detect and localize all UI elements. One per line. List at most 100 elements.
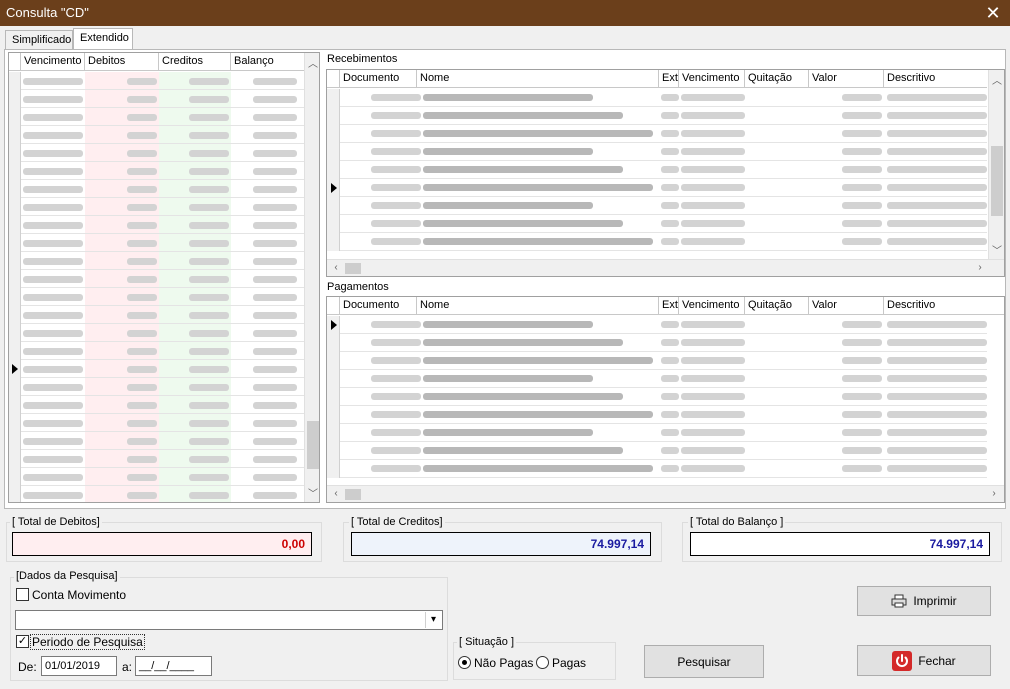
tab-simplificado[interactable]: Simplificado (5, 30, 73, 50)
blurred-cell (842, 393, 882, 400)
current-row-icon (331, 183, 337, 193)
row-indicator-header (327, 70, 340, 88)
blurred-cell (127, 168, 157, 175)
total-creditos-label: [ Total de Creditos] (349, 516, 445, 528)
close-icon[interactable]: ✕ (976, 0, 1010, 26)
conta-movimento-checkbox[interactable] (16, 588, 29, 601)
blurred-cell (127, 438, 157, 445)
col-nome[interactable]: Nome (417, 70, 659, 88)
blurred-cell (127, 330, 157, 337)
nao-pagas-radio[interactable] (458, 656, 471, 669)
blurred-cell (127, 78, 157, 85)
col-valor[interactable]: Valor (809, 297, 884, 315)
blurred-cell (887, 321, 987, 328)
col-vencimento[interactable]: Vencimento (679, 70, 745, 88)
periodo-pesquisa-checkbox[interactable]: ✓ (16, 635, 29, 648)
blurred-cell (127, 348, 157, 355)
blurred-cell (887, 148, 987, 155)
blurred-cell (842, 184, 882, 191)
col-vencimento[interactable]: Vencimento (21, 53, 85, 71)
pagamentos-hscrollbar[interactable]: ‹ › (327, 485, 1004, 502)
blurred-cell (681, 94, 745, 101)
blurred-cell (423, 220, 623, 227)
blurred-cell (23, 276, 83, 283)
scroll-up-icon[interactable]: ︿ (989, 72, 1004, 87)
col-ext[interactable]: Ext (659, 70, 679, 88)
de-date-input[interactable]: 01/01/2019 (41, 656, 117, 676)
scroll-left-icon[interactable]: ‹ (329, 488, 343, 499)
row-divider (340, 160, 987, 161)
row-divider (340, 196, 987, 197)
blurred-cell (681, 357, 745, 364)
blurred-cell (127, 294, 157, 301)
row-divider (340, 142, 987, 143)
blurred-cell (253, 474, 297, 481)
fechar-button[interactable]: Fechar (857, 645, 991, 676)
blurred-cell (253, 438, 297, 445)
pagamentos-grid[interactable]: Documento Nome Ext Vencimento Quitação V… (326, 296, 1005, 503)
tab-extendido[interactable]: Extendido (73, 28, 133, 50)
left-grid-vscrollbar[interactable]: ︿ ﹀ (304, 53, 319, 502)
blurred-cell (681, 411, 745, 418)
col-nome[interactable]: Nome (417, 297, 659, 315)
col-creditos[interactable]: Creditos (159, 53, 231, 71)
col-documento[interactable]: Documento (340, 70, 417, 88)
col-quitacao[interactable]: Quitação (745, 297, 809, 315)
scroll-right-icon[interactable]: › (987, 488, 1001, 499)
blurred-cell (681, 166, 745, 173)
recebimentos-scroll-thumb[interactable] (991, 146, 1003, 216)
a-date-input[interactable]: __/__/____ (135, 656, 212, 676)
col-ext[interactable]: Ext (659, 297, 679, 315)
col-balanco[interactable]: Balanço (231, 53, 297, 71)
blurred-cell (661, 202, 679, 209)
imprimir-button-label: Imprimir (913, 594, 957, 608)
col-debitos[interactable]: Debitos (85, 53, 159, 71)
row-divider (21, 107, 304, 108)
scroll-right-icon[interactable]: › (973, 262, 987, 273)
blurred-cell (887, 94, 987, 101)
pagas-radio[interactable] (536, 656, 549, 669)
row-divider (21, 431, 304, 432)
col-valor[interactable]: Valor (809, 70, 884, 88)
conta-combo[interactable]: ▾ (15, 610, 443, 630)
recebimentos-hscroll-thumb[interactable] (345, 263, 361, 274)
blurred-cell (371, 166, 421, 173)
imprimir-button[interactable]: Imprimir (857, 586, 991, 616)
col-documento[interactable]: Documento (340, 297, 417, 315)
col-descritivo[interactable]: Descritivo (884, 70, 987, 88)
blurred-cell (887, 375, 987, 382)
recebimentos-grid[interactable]: Documento Nome Ext Vencimento Quitação V… (326, 69, 1005, 277)
blurred-cell (253, 366, 297, 373)
row-divider (21, 125, 304, 126)
situacao-label: [ Situação ] (457, 636, 517, 648)
blurred-cell (423, 148, 593, 155)
chevron-down-icon[interactable]: ▾ (425, 612, 441, 628)
pesquisar-button[interactable]: Pesquisar (644, 645, 764, 678)
col-quitacao[interactable]: Quitação (745, 70, 809, 88)
blurred-cell (681, 238, 745, 245)
col-descritivo[interactable]: Descritivo (884, 297, 1004, 315)
blurred-cell (253, 150, 297, 157)
scroll-down-icon[interactable]: ﹀ (989, 242, 1004, 257)
blurred-cell (371, 112, 421, 119)
blurred-cell (661, 112, 679, 119)
scroll-left-icon[interactable]: ‹ (329, 262, 343, 273)
row-divider (340, 369, 987, 370)
pagamentos-hscroll-thumb[interactable] (345, 489, 361, 500)
blurred-cell (127, 186, 157, 193)
blurred-cell (371, 238, 421, 245)
scroll-down-icon[interactable]: ﹀ (305, 485, 319, 500)
left-grid[interactable]: Vencimento Debitos Creditos Balanço ︿ ﹀ (8, 52, 320, 503)
blurred-cell (887, 357, 987, 364)
blurred-cell (189, 384, 229, 391)
scroll-up-icon[interactable]: ︿ (305, 55, 319, 70)
blurred-cell (423, 411, 653, 418)
recebimentos-label: Recebimentos (327, 53, 398, 65)
recebimentos-vscrollbar[interactable]: ︿ ﹀ (988, 70, 1004, 259)
left-grid-scroll-thumb[interactable] (307, 421, 319, 469)
blurred-cell (253, 168, 297, 175)
recebimentos-hscrollbar[interactable]: ‹ › (327, 259, 1004, 276)
blurred-cell (887, 411, 987, 418)
blurred-cell (253, 222, 297, 229)
col-vencimento[interactable]: Vencimento (679, 297, 745, 315)
